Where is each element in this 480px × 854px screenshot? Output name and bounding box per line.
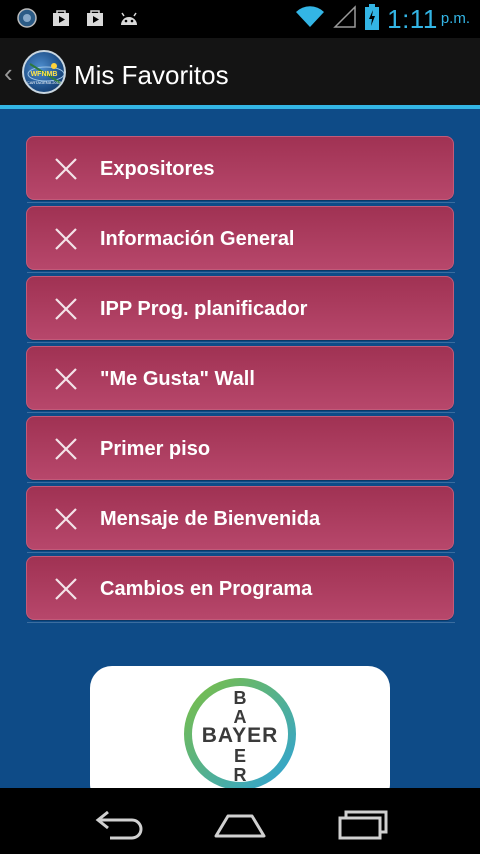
favorite-item-label: Mensaje de Bienvenida: [100, 508, 321, 530]
favorite-item[interactable]: Expositores: [26, 136, 455, 203]
android-debug-icon: [118, 7, 140, 29]
favorite-item-label: Información General: [100, 228, 295, 250]
favorite-item[interactable]: Información General: [26, 206, 455, 273]
bayer-logo: B A BAYER E R: [184, 678, 296, 788]
favorites-list: Expositores Información General IPP Prog. …: [26, 136, 455, 626]
home-icon[interactable]: [210, 806, 270, 840]
svg-text:E: E: [234, 746, 246, 766]
favorite-item-label: IPP Prog. planificador: [100, 298, 308, 320]
status-bar: 1:11 p.m.: [0, 0, 480, 38]
app-logo[interactable]: WFNMB CARTAGENA 2013: [22, 50, 66, 94]
remove-favorite-icon[interactable]: [53, 296, 79, 322]
system-icons: 1:11 p.m.: [295, 4, 470, 35]
clock-time: 1:11: [387, 4, 438, 34]
favorite-item[interactable]: Primer piso: [26, 416, 455, 483]
bayer-wordmark: BAYER: [202, 724, 279, 747]
favorite-item[interactable]: Cambios en Programa: [26, 556, 455, 623]
favorite-item-label: "Me Gusta" Wall: [100, 368, 255, 390]
remove-favorite-icon[interactable]: [53, 506, 79, 532]
sponsor-banner[interactable]: B A BAYER E R: [90, 666, 390, 788]
remove-favorite-icon[interactable]: [53, 576, 79, 602]
remove-favorite-icon[interactable]: [53, 366, 79, 392]
navigation-bar: [0, 788, 480, 854]
page-title: Mis Favoritos: [74, 60, 229, 90]
favorite-item-label: Primer piso: [100, 438, 211, 460]
app-notification-icon: [16, 7, 38, 29]
play-store-icon: [50, 7, 72, 29]
battery-charging-icon: [365, 4, 380, 35]
signal-icon: [333, 5, 357, 34]
svg-text:B: B: [234, 688, 247, 708]
action-bar: [0, 38, 480, 106]
logo-subtext: CARTAGENA 2013: [26, 80, 62, 85]
play-store-icon: [84, 7, 106, 29]
favorite-item[interactable]: IPP Prog. planificador: [26, 276, 455, 343]
recent-apps-icon[interactable]: [330, 806, 390, 840]
remove-favorite-icon[interactable]: [53, 226, 79, 252]
favorites-content[interactable]: Expositores Información General IPP Prog. …: [0, 109, 480, 788]
remove-favorite-icon[interactable]: [53, 156, 79, 182]
logo-text: WFNMB: [30, 71, 58, 78]
favorite-item[interactable]: Mensaje de Bienvenida: [26, 486, 455, 553]
up-navigation-icon[interactable]: ‹: [4, 58, 13, 89]
favorite-item-label: Cambios en Programa: [100, 578, 313, 600]
notification-icons: [16, 7, 140, 29]
clock: 1:11 p.m.: [387, 4, 470, 35]
favorite-item[interactable]: "Me Gusta" Wall: [26, 346, 455, 413]
favorite-item-label: Expositores: [100, 158, 215, 180]
svg-text:R: R: [234, 765, 247, 785]
wifi-icon: [295, 5, 325, 34]
remove-favorite-icon[interactable]: [53, 436, 79, 462]
back-icon[interactable]: [90, 806, 150, 840]
clock-ampm: p.m.: [440, 10, 470, 27]
